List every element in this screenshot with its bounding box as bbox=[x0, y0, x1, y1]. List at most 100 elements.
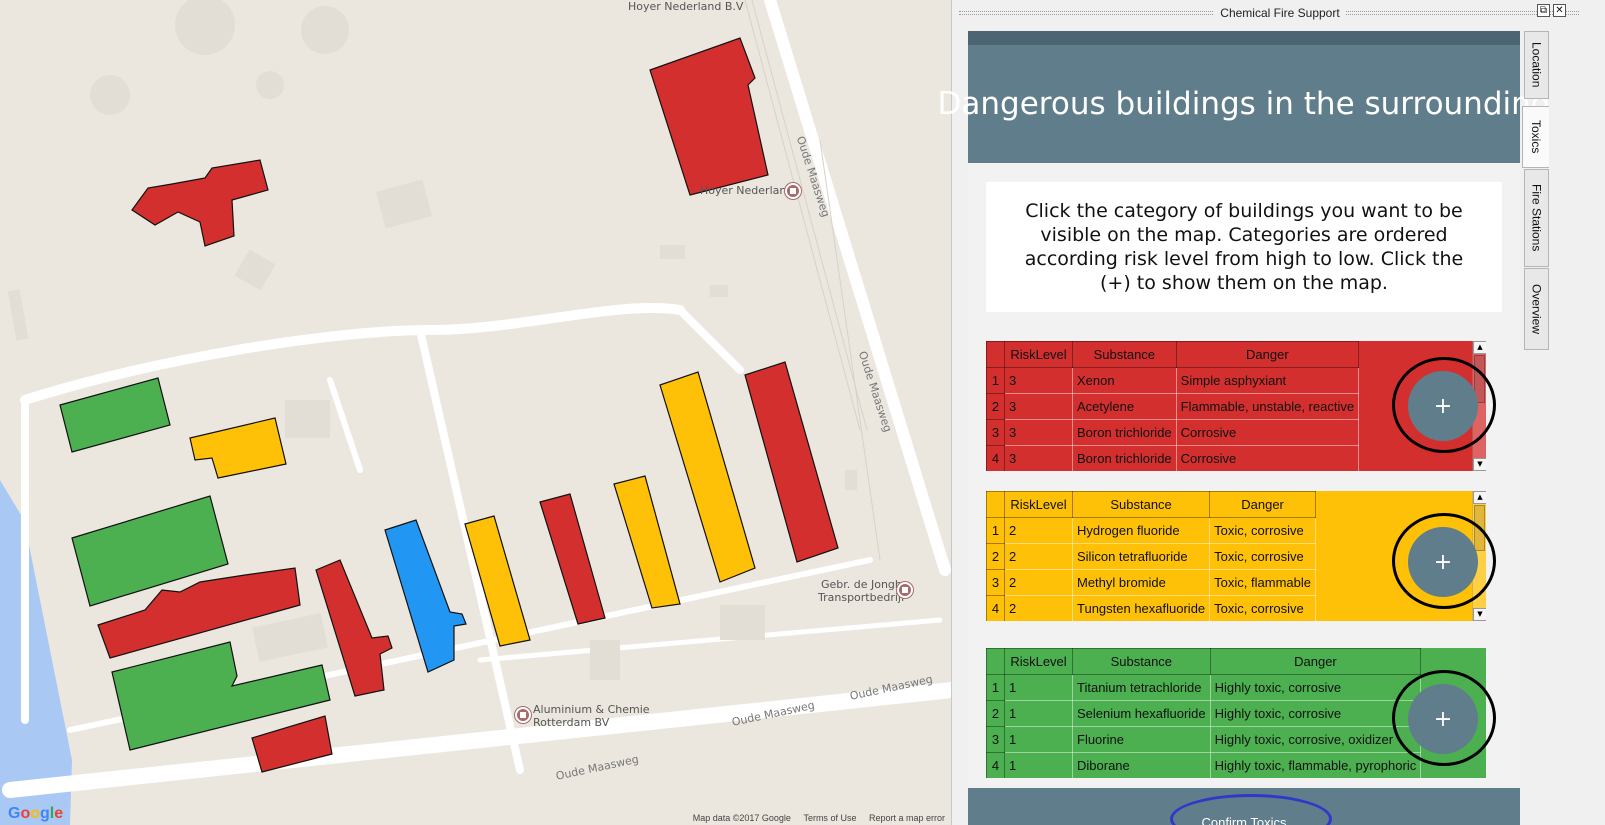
add-low-risk-button[interactable]: + bbox=[1408, 684, 1478, 754]
cell-risklevel[interactable]: 1 bbox=[1004, 674, 1073, 701]
column-header-substance[interactable]: Substance bbox=[1072, 341, 1177, 368]
column-header-risklevel[interactable]: RiskLevel bbox=[1004, 491, 1073, 518]
cell-risklevel[interactable]: 3 bbox=[1004, 393, 1073, 420]
cell-danger[interactable]: Toxic, flammable bbox=[1209, 569, 1316, 596]
cell-danger[interactable]: Flammable, unstable, reactive bbox=[1175, 393, 1360, 420]
table-row[interactable]: 2 1 Selenium hexafluoride Highly toxic, cor… bbox=[986, 700, 1422, 727]
row-number[interactable]: 3 bbox=[986, 419, 1005, 446]
add-medium-risk-button[interactable]: + bbox=[1408, 527, 1478, 597]
cell-risklevel[interactable]: 2 bbox=[1004, 543, 1073, 570]
table-row[interactable]: 4 3 Boron trichloride Corrosive bbox=[986, 445, 1360, 471]
tab-overview[interactable]: Overview bbox=[1524, 268, 1549, 350]
table-row[interactable]: 2 3 Acetylene Flammable, unstable, reactive bbox=[986, 393, 1360, 420]
cell-substance[interactable]: Tungsten hexafluoride bbox=[1071, 595, 1211, 621]
cell-risklevel[interactable]: 2 bbox=[1004, 595, 1073, 621]
table-row[interactable]: 3 2 Methyl bromide Toxic, flammable bbox=[986, 569, 1316, 596]
scroll-up-icon[interactable]: ▲ bbox=[1473, 491, 1486, 504]
poi-marker-icon[interactable] bbox=[515, 707, 531, 723]
risk-table-medium[interactable]: RiskLevel Substance Danger 1 2 Hydrogen fl… bbox=[986, 491, 1316, 621]
cell-risklevel[interactable]: 3 bbox=[1004, 445, 1073, 471]
tab-fire-stations[interactable]: Fire Stations bbox=[1524, 169, 1549, 267]
cell-substance[interactable]: Acetylene bbox=[1072, 393, 1177, 420]
column-header-danger[interactable]: Danger bbox=[1175, 341, 1360, 368]
tab-location[interactable]: Location bbox=[1524, 31, 1549, 99]
table-row[interactable]: 3 3 Boron trichloride Corrosive bbox=[986, 419, 1360, 446]
column-header-risklevel[interactable]: RiskLevel bbox=[1004, 341, 1073, 368]
cell-substance[interactable]: Titanium tetrachloride bbox=[1072, 674, 1211, 701]
cell-substance[interactable]: Boron trichloride bbox=[1072, 419, 1177, 446]
row-number[interactable]: 2 bbox=[986, 393, 1005, 420]
cell-danger[interactable]: Simple asphyxiant bbox=[1175, 367, 1360, 394]
scroll-down-icon[interactable]: ▼ bbox=[1473, 608, 1486, 621]
cell-substance[interactable]: Selenium hexafluoride bbox=[1072, 700, 1211, 727]
cell-risklevel[interactable]: 1 bbox=[1004, 752, 1073, 778]
cell-danger[interactable]: Corrosive bbox=[1175, 445, 1360, 471]
cell-danger[interactable]: Highly toxic, corrosive bbox=[1209, 700, 1422, 727]
row-number[interactable]: 2 bbox=[986, 543, 1005, 570]
cell-risklevel[interactable]: 3 bbox=[1004, 419, 1073, 446]
scroll-thumb[interactable] bbox=[1474, 505, 1485, 551]
cell-risklevel[interactable]: 2 bbox=[1004, 569, 1073, 596]
tab-toxics[interactable]: Toxics bbox=[1522, 106, 1549, 168]
add-high-risk-button[interactable]: + bbox=[1408, 371, 1478, 441]
cell-danger[interactable]: Highly toxic, flammable, pyrophoric bbox=[1209, 752, 1422, 778]
poi-marker-icon[interactable] bbox=[785, 183, 801, 199]
poi-marker-icon[interactable] bbox=[897, 582, 913, 598]
scroll-down-icon[interactable]: ▼ bbox=[1473, 458, 1486, 471]
report-error-link[interactable]: Report a map error bbox=[869, 813, 945, 823]
building-yellow bbox=[613, 475, 681, 609]
map-view[interactable]: Hoyer Nederland B.V Hoyer Nederland Gebr… bbox=[0, 0, 952, 825]
close-icon[interactable]: ✕ bbox=[1553, 4, 1566, 17]
row-number[interactable]: 3 bbox=[986, 726, 1005, 753]
cell-danger[interactable]: Toxic, corrosive bbox=[1209, 543, 1316, 570]
column-header-danger[interactable]: Danger bbox=[1209, 491, 1316, 518]
cell-substance[interactable]: Xenon bbox=[1072, 367, 1177, 394]
cell-substance[interactable]: Boron trichloride bbox=[1072, 445, 1177, 471]
cell-danger[interactable]: Corrosive bbox=[1175, 419, 1360, 446]
scroll-up-icon[interactable]: ▲ bbox=[1473, 341, 1486, 354]
table-header-row: RiskLevel Substance Danger bbox=[986, 341, 1360, 368]
cell-substance[interactable]: Silicon tetrafluoride bbox=[1071, 543, 1211, 570]
row-number[interactable]: 1 bbox=[986, 367, 1005, 394]
row-number[interactable]: 3 bbox=[986, 569, 1005, 596]
cell-substance[interactable]: Fluorine bbox=[1072, 726, 1211, 753]
terms-link[interactable]: Terms of Use bbox=[803, 813, 856, 823]
row-number[interactable]: 2 bbox=[986, 700, 1005, 727]
table-row[interactable]: 1 3 Xenon Simple asphyxiant bbox=[986, 367, 1360, 394]
cell-risklevel[interactable]: 1 bbox=[1004, 726, 1073, 753]
column-header-risklevel[interactable]: RiskLevel bbox=[1004, 648, 1073, 675]
risk-table-low[interactable]: RiskLevel Substance Danger 1 1 Titanium te… bbox=[986, 648, 1422, 778]
cell-substance[interactable]: Methyl bromide bbox=[1071, 569, 1211, 596]
row-number[interactable]: 4 bbox=[986, 445, 1005, 471]
dock-title-bar[interactable]: Chemical Fire Support ⧉ ✕ bbox=[955, 0, 1605, 26]
table-corner[interactable] bbox=[986, 491, 1005, 518]
float-icon[interactable]: ⧉ bbox=[1537, 4, 1550, 17]
risk-table-high[interactable]: RiskLevel Substance Danger 1 3 Xenon Simple… bbox=[986, 341, 1360, 471]
cell-danger[interactable]: Toxic, corrosive bbox=[1209, 517, 1316, 544]
column-header-substance[interactable]: Substance bbox=[1071, 491, 1211, 518]
row-number[interactable]: 4 bbox=[986, 595, 1005, 621]
table-row[interactable]: 3 1 Fluorine Highly toxic, corrosive, oxidi… bbox=[986, 726, 1422, 753]
table-row[interactable]: 2 2 Silicon tetrafluoride Toxic, corrosive bbox=[986, 543, 1316, 570]
table-row[interactable]: 4 2 Tungsten hexafluoride Toxic, corrosive bbox=[986, 595, 1316, 621]
row-number[interactable]: 1 bbox=[986, 517, 1005, 544]
column-header-danger[interactable]: Danger bbox=[1209, 648, 1422, 675]
cell-danger[interactable]: Toxic, corrosive bbox=[1209, 595, 1316, 621]
table-row[interactable]: 1 2 Hydrogen fluoride Toxic, corrosive bbox=[986, 517, 1316, 544]
cell-substance[interactable]: Diborane bbox=[1072, 752, 1211, 778]
cell-risklevel[interactable]: 2 bbox=[1004, 517, 1073, 544]
row-number[interactable]: 1 bbox=[986, 674, 1005, 701]
table-corner[interactable] bbox=[986, 648, 1005, 675]
column-header-substance[interactable]: Substance bbox=[1072, 648, 1211, 675]
table-row[interactable]: 4 1 Diborane Highly toxic, flammable, pyrop… bbox=[986, 752, 1422, 778]
building-red bbox=[131, 159, 269, 247]
confirm-toxics-button[interactable]: Confirm Toxics bbox=[1185, 809, 1302, 825]
cell-risklevel[interactable]: 1 bbox=[1004, 700, 1073, 727]
cell-danger[interactable]: Highly toxic, corrosive, oxidizer bbox=[1209, 726, 1422, 753]
table-row[interactable]: 1 1 Titanium tetrachloride Highly toxic, co… bbox=[986, 674, 1422, 701]
cell-risklevel[interactable]: 3 bbox=[1004, 367, 1073, 394]
table-corner[interactable] bbox=[986, 341, 1005, 368]
cell-danger[interactable]: Highly toxic, corrosive bbox=[1209, 674, 1422, 701]
row-number[interactable]: 4 bbox=[986, 752, 1005, 778]
cell-substance[interactable]: Hydrogen fluoride bbox=[1071, 517, 1211, 544]
